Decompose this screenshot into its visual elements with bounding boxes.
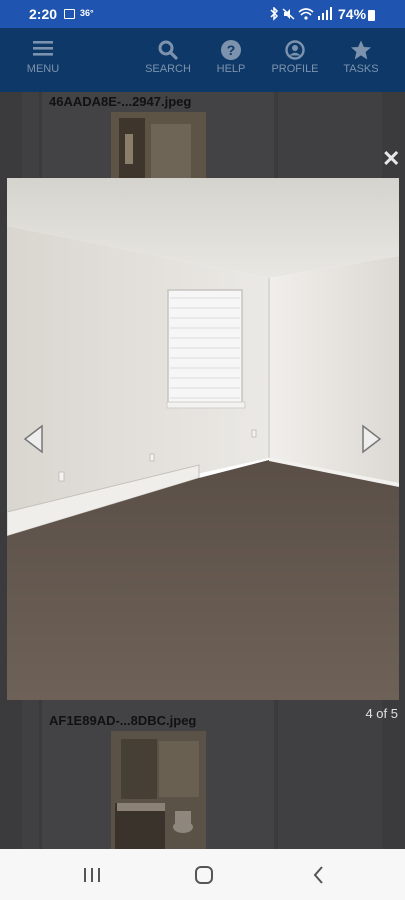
back-button[interactable] [308,864,330,886]
help-button[interactable]: ? HELP [211,28,251,92]
thumbnail-photo [111,112,206,178]
star-icon [351,40,371,60]
image-counter: 4 of 5 [365,706,398,721]
gallery-item-title[interactable]: AF1E89AD-...8DBC.jpeg [49,713,196,728]
search-button[interactable]: SEARCH [141,28,195,92]
status-bar: 2:20 36° 74% [0,0,405,28]
image-icon [64,9,75,19]
menu-button[interactable]: MENU [17,28,69,92]
status-icons [268,6,334,24]
hamburger-icon [33,41,53,56]
gallery-item-title[interactable]: 46AADA8E-...2947.jpeg [49,94,191,109]
lightbox-image [7,178,399,700]
search-label: SEARCH [145,63,191,75]
close-button[interactable]: ✕ [382,148,400,170]
previous-button[interactable] [22,424,44,459]
menu-label: MENU [26,63,60,75]
profile-button[interactable]: PROFILE [268,28,322,92]
back-icon [313,866,323,884]
tasks-label: TASKS [343,63,379,75]
thumbnail-photo [111,731,206,849]
system-status-icons [270,6,332,21]
room-photo [7,178,399,700]
home-button[interactable] [193,864,215,886]
tasks-button[interactable]: TASKS [338,28,384,92]
close-icon: ✕ [382,146,401,171]
clock: 2:20 [29,6,58,22]
user-icon [285,40,305,60]
recent-apps-icon [84,868,100,882]
gallery-thumbnail[interactable] [111,731,206,849]
help-label: HELP [216,63,246,75]
search-icon [158,40,178,60]
system-navigation-bar [0,849,405,900]
profile-label: PROFILE [271,63,319,75]
chevron-right-icon [362,424,382,454]
svg-text:?: ? [227,42,236,58]
battery-icon [368,10,375,21]
battery-percent: 74% [338,6,367,22]
chevron-left-icon [23,424,43,454]
recent-apps-button[interactable] [80,864,104,886]
question-icon: ? [221,40,241,60]
next-button[interactable] [361,424,383,459]
home-icon [195,866,213,884]
gallery-thumbnail[interactable] [111,112,206,178]
temperature: 36° [80,8,94,18]
app-navigation: MENU SEARCH ? HELP PROFILE TASKS [0,28,405,92]
